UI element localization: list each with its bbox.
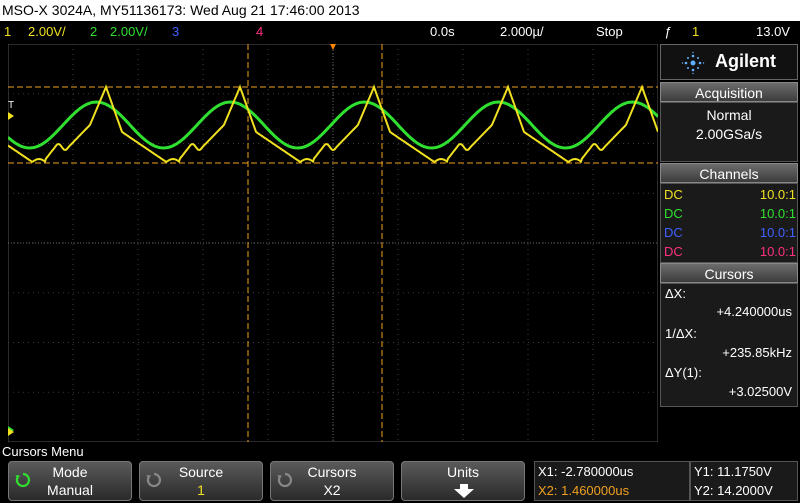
mode-value: Manual [47, 482, 93, 498]
cursors-softkey[interactable]: Cursors X2 [270, 461, 394, 501]
submenu-arrow-down-icon [454, 484, 474, 498]
source-label: Source [178, 464, 224, 480]
delta-y-value: +3.02500V [728, 384, 792, 399]
trigger-level[interactable]: 13.0V [756, 21, 790, 42]
ch4-number[interactable]: 4 [256, 21, 263, 42]
x-cursor-readout: X1: -2.780000us X2: 1.460000us [534, 461, 690, 501]
horizontal-delay[interactable]: 0.0s [430, 21, 455, 42]
y2-readout: Y2: 14.2000V [694, 483, 773, 498]
acquisition-header: Acquisition [660, 82, 798, 102]
units-softkey[interactable]: Units [401, 461, 525, 501]
info-panel: Agilent Acquisition Normal 2.00GSa/s Cha… [660, 44, 798, 442]
trigger-edge-icon: ƒ [664, 24, 672, 39]
channel-row-3: DC 10.0:1 [664, 223, 796, 242]
channel-row-2: DC 10.0:1 [664, 204, 796, 223]
units-label: Units [447, 464, 479, 480]
run-state: Stop [596, 24, 623, 39]
source-value: 1 [197, 482, 205, 498]
ch4-probe: 10.0:1 [759, 244, 796, 259]
ch4-coupling: DC [664, 244, 683, 259]
cursors-label: Cursors [307, 464, 357, 480]
agilent-spark-icon [681, 51, 705, 75]
ch1-coupling: DC [664, 187, 683, 202]
trigger-source[interactable]: 1 [692, 21, 699, 42]
x1-readout: X1: -2.780000us [538, 464, 634, 479]
acquisition-section: Normal 2.00GSa/s [660, 102, 798, 162]
y1-readout: Y1: 11.1750V [694, 464, 772, 479]
sample-rate: 2.00GSa/s [695, 126, 763, 142]
ch2-number[interactable]: 2 [90, 21, 97, 42]
delta-x-value: +4.240000us [716, 304, 792, 319]
cursors-section: ΔX: +4.240000us 1/ΔX: +235.85kHz ΔY(1): … [660, 283, 798, 407]
trigger-t-label: T [8, 100, 14, 111]
graticule: T [7, 43, 660, 443]
ch3-coupling: DC [664, 225, 683, 240]
y-cursor-readout: Y1: 11.1750V Y2: 14.2000V [690, 461, 798, 501]
channels-section: DC 10.0:1 DC 10.0:1 DC 10.0:1 DC 10.0:1 [660, 183, 798, 263]
menu-title: Cursors Menu [2, 444, 84, 459]
ch2-probe: 10.0:1 [759, 206, 796, 221]
delta-x-label: ΔX: [665, 286, 686, 301]
inv-delta-x-label: 1/ΔX: [665, 326, 697, 341]
ch2-scale[interactable]: 2.00V/ [110, 21, 148, 42]
ch1-number[interactable]: 1 [4, 21, 11, 42]
channels-header: Channels [660, 163, 798, 183]
ch1-probe: 10.0:1 [759, 187, 796, 202]
source-softkey[interactable]: Source 1 [139, 461, 263, 501]
mode-softkey[interactable]: Mode Manual [8, 461, 132, 501]
waveform-display[interactable]: T [7, 43, 660, 443]
brand-logo: Agilent [660, 44, 798, 80]
cursors-value: X2 [323, 482, 341, 498]
ch3-number[interactable]: 3 [172, 21, 179, 42]
cursors-header: Cursors [660, 263, 798, 283]
delta-y-label: ΔY(1): [665, 365, 702, 380]
window-title: MSO-X 3024A, MY51136173: Wed Aug 21 17:4… [0, 0, 800, 21]
mode-label: Mode [52, 464, 88, 480]
inv-delta-x-value: +235.85kHz [722, 345, 792, 360]
timebase-scale[interactable]: 2.000µ/ [500, 21, 544, 42]
ch2-coupling: DC [664, 206, 683, 221]
x2-readout: X2: 1.460000us [538, 483, 630, 498]
acquisition-mode: Normal [706, 107, 752, 123]
channel-row-1: DC 10.0:1 [664, 185, 796, 204]
channel-row-4: DC 10.0:1 [664, 242, 796, 261]
brand-name: Agilent [715, 51, 776, 71]
status-row: 1 2.00V/ 2 2.00V/ 3 4 0.0s 2.000µ/ Stop … [0, 21, 800, 42]
ch1-scale[interactable]: 2.00V/ [28, 21, 66, 42]
ch3-probe: 10.0:1 [759, 225, 796, 240]
